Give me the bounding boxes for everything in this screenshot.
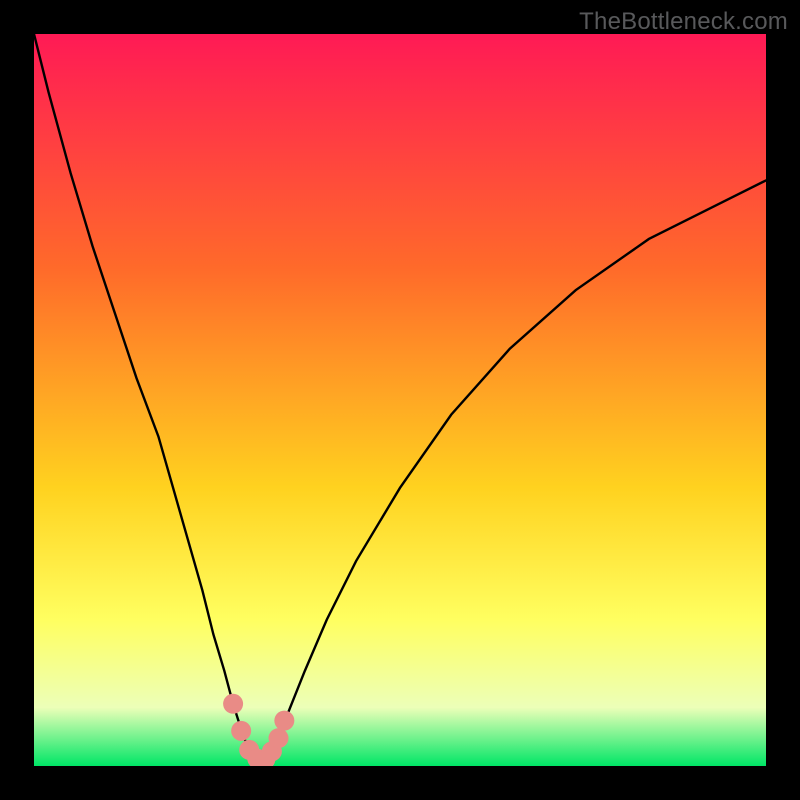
watermark-text: TheBottleneck.com bbox=[579, 8, 788, 36]
curve-marker bbox=[223, 694, 243, 714]
curve-marker bbox=[268, 728, 288, 748]
chart-frame: TheBottleneck.com bbox=[0, 0, 800, 800]
curve-marker bbox=[274, 711, 294, 731]
curve-marker bbox=[231, 721, 251, 741]
plot-area bbox=[34, 34, 766, 766]
plot-svg bbox=[34, 34, 766, 766]
